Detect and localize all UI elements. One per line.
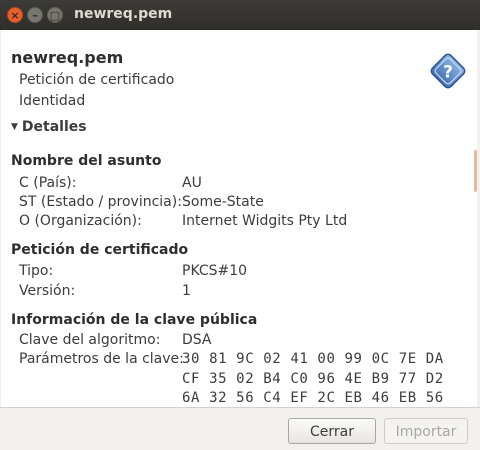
window-maximize-button[interactable]: □ [47, 7, 63, 23]
details-label: Detalles [21, 119, 87, 135]
certificate-identity: Identidad [19, 93, 86, 109]
section-certificate-request: Petición de certificado [11, 242, 189, 258]
field-value-state: Some-State [182, 194, 264, 210]
field-value-organization: Internet Widgits Pty Ltd [182, 213, 348, 229]
key-parameters-line: 6A 32 56 C4 EF 2C EB 46 EB 56 [182, 390, 444, 406]
field-label-key-parameters: Parámetros de la clave: [19, 351, 184, 367]
window-close-button[interactable]: × [7, 7, 23, 23]
field-label-key-algorithm: Clave del algoritmo: [19, 332, 161, 348]
key-parameters-line: CF 35 02 B4 C0 96 4E B9 77 D2 [182, 371, 444, 387]
scrollbar-thumb[interactable] [474, 150, 477, 192]
certificate-name: newreq.pem [11, 48, 124, 67]
section-subject-name: Nombre del asunto [11, 153, 162, 169]
section-public-key-info: Información de la clave pública [11, 312, 258, 328]
field-label-version: Versión: [19, 283, 76, 299]
question-mark-diamond-icon: ? [430, 53, 466, 89]
certificate-viewer-window: × – □ newreq.pem newreq.pem Petición de … [0, 0, 480, 450]
certificate-details-pane[interactable]: newreq.pem Petición de certificado Ident… [1, 30, 477, 407]
key-parameters-line: 30 81 9C 02 41 00 99 0C 7E DA [182, 351, 444, 367]
field-label-organization: O (Organización): [19, 213, 142, 229]
field-value-country: AU [182, 175, 202, 191]
import-button[interactable]: Importar [384, 418, 468, 444]
title-bar: × – □ newreq.pem [0, 0, 480, 30]
window-title: newreq.pem [74, 6, 173, 22]
window-minimize-button[interactable]: – [27, 7, 43, 23]
certificate-type: Petición de certificado [19, 72, 175, 88]
close-button[interactable]: Cerrar [288, 418, 376, 444]
field-value-key-algorithm: DSA [182, 332, 212, 348]
field-label-country: C (País): [19, 175, 77, 191]
field-value-version: 1 [182, 283, 191, 299]
field-value-type: PKCS#10 [182, 263, 248, 279]
expander-arrow-icon: ▼ [11, 122, 18, 132]
help-glyph: ? [443, 63, 453, 83]
field-label-type: Tipo: [19, 263, 54, 279]
field-label-state: ST (Estado / provincia): [19, 194, 182, 210]
details-expander[interactable]: ▼ Detalles [11, 119, 87, 135]
dialog-button-bar: Cerrar Importar [0, 407, 480, 450]
vertical-scrollbar[interactable] [474, 30, 477, 407]
